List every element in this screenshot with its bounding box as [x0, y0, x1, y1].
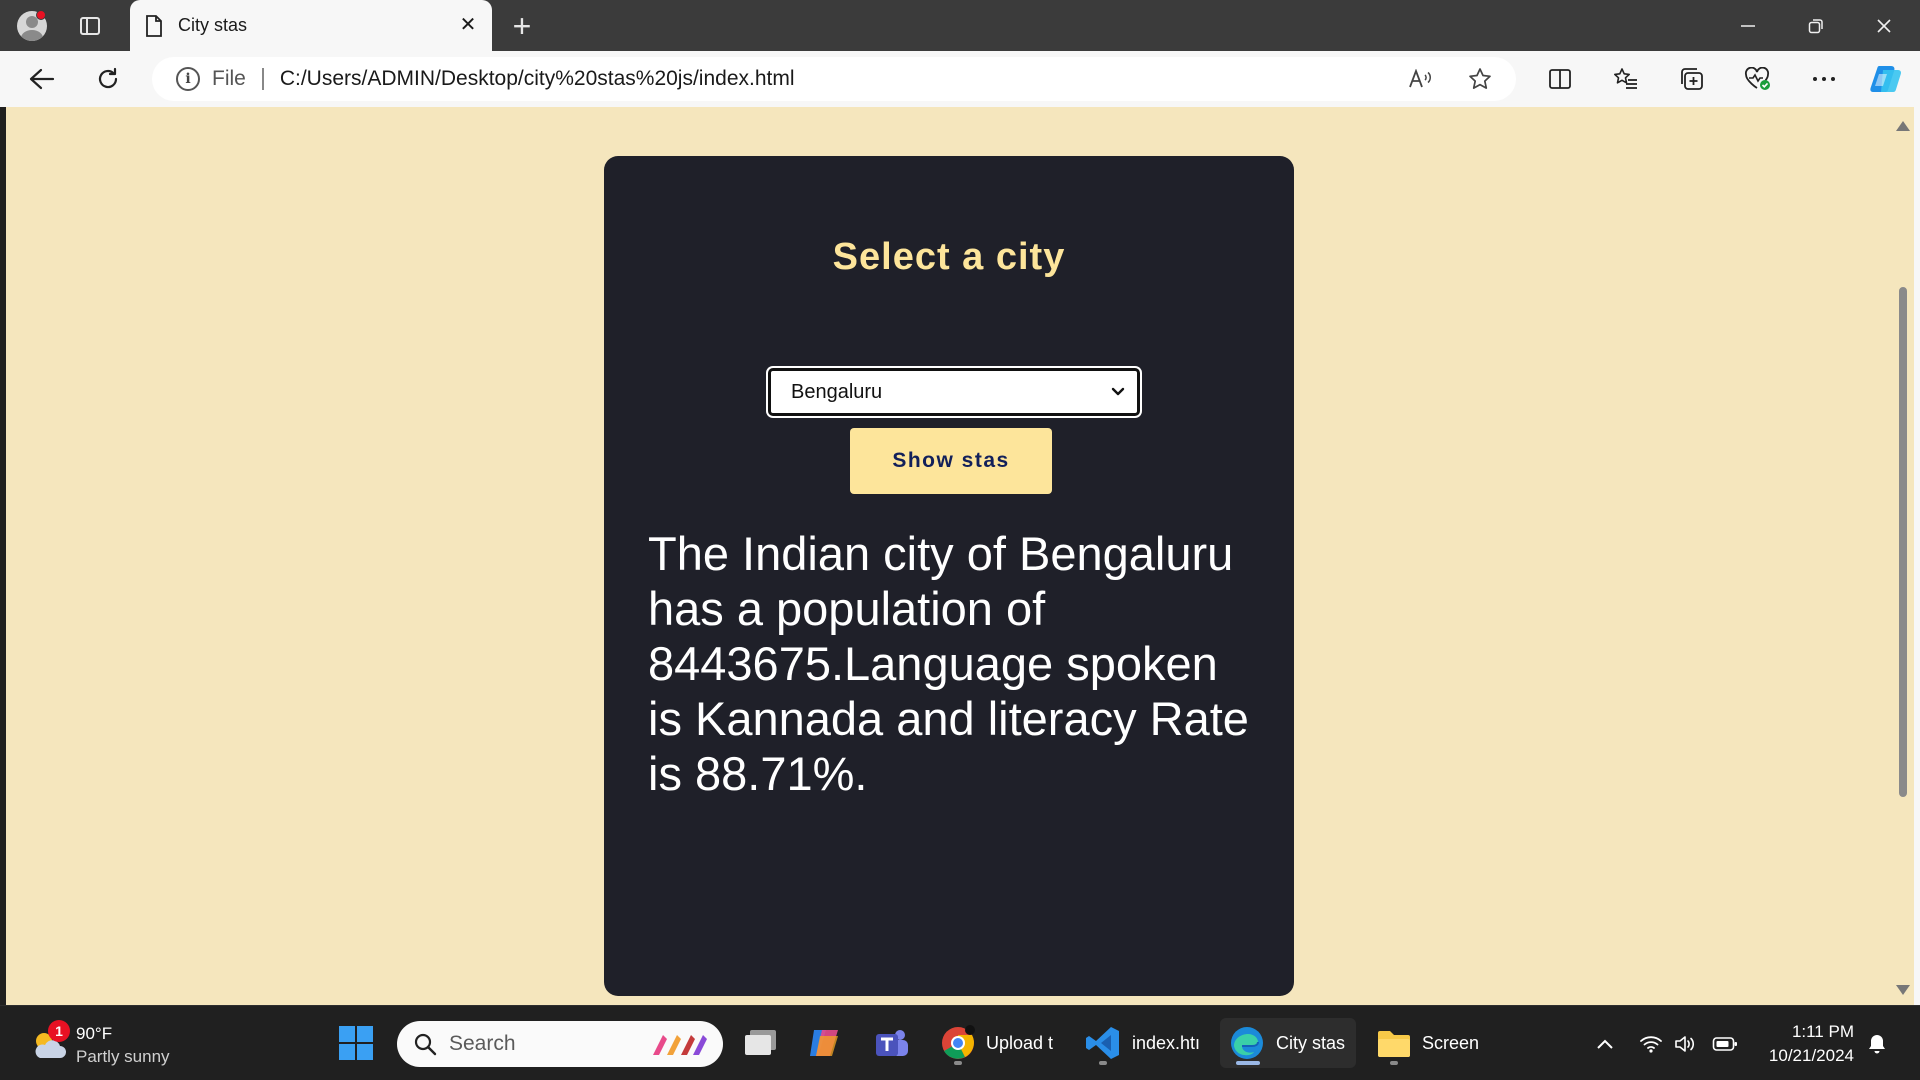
- notification-bell-icon[interactable]: [1864, 1032, 1890, 1056]
- vscode-icon: [1086, 1027, 1119, 1059]
- edge-icon: [1231, 1027, 1263, 1059]
- close-tab-icon[interactable]: ✕: [456, 13, 480, 37]
- site-info-icon[interactable]: i: [176, 67, 200, 91]
- folder-icon: [1378, 1031, 1410, 1057]
- file-explorer-button[interactable]: Screen: [1376, 1018, 1492, 1068]
- clock-date: 10/21/2024: [1768, 1046, 1854, 1065]
- clock-time: 1:11 PM: [1791, 1022, 1854, 1041]
- search-placeholder: Search: [449, 1032, 516, 1055]
- weather-desc: Partly sunny: [76, 1047, 170, 1066]
- window-edge: [1914, 107, 1920, 1005]
- page-viewport: Select a city Bengaluru Show stas The In…: [6, 107, 1892, 1005]
- refresh-button[interactable]: [88, 59, 128, 99]
- scrollbar-thumb[interactable]: [1899, 287, 1907, 797]
- app-active-indicator: [1236, 1061, 1260, 1065]
- city-card: Select a city Bengaluru Show stas The In…: [604, 156, 1294, 996]
- city-select-value: Bengaluru: [791, 380, 883, 403]
- show-stats-button[interactable]: Show stas: [850, 428, 1052, 494]
- address-scheme: File: [212, 67, 246, 90]
- volume-icon[interactable]: [1672, 1032, 1698, 1056]
- wifi-icon[interactable]: [1638, 1032, 1664, 1056]
- city-stats-result: The Indian city of Bengaluru has a popul…: [648, 527, 1249, 800]
- task-view-button[interactable]: [742, 1018, 780, 1068]
- profile-avatar-button[interactable]: [14, 8, 50, 44]
- vscode-button[interactable]: index.htı: [1084, 1018, 1202, 1068]
- taskbar-app-label: index.htı: [1132, 1032, 1201, 1053]
- tab-city-stas[interactable]: City stas ✕: [130, 0, 492, 51]
- chrome-upload-button[interactable]: Upload t: [940, 1018, 1056, 1068]
- taskbar-search-box[interactable]: Search: [397, 1021, 723, 1067]
- browser-essentials-icon[interactable]: [1738, 59, 1778, 99]
- notification-dot: [36, 10, 46, 20]
- app-running-indicator: [1390, 1061, 1398, 1065]
- browser-toolbar: i File C:/Users/ADMIN/Desktop/city%20sta…: [0, 51, 1920, 107]
- scroll-up-arrow-icon[interactable]: [1896, 121, 1910, 131]
- app-running-indicator: [1099, 1061, 1107, 1065]
- favorites-icon[interactable]: [1606, 59, 1646, 99]
- windows-taskbar: 1 90°F Partly sunny Search Upload t inde…: [0, 1005, 1920, 1080]
- close-window-button[interactable]: [1856, 6, 1912, 46]
- minimize-button[interactable]: [1720, 6, 1776, 46]
- address-bar[interactable]: i File C:/Users/ADMIN/Desktop/city%20sta…: [152, 57, 1516, 101]
- address-url[interactable]: C:/Users/ADMIN/Desktop/city%20stas%20js/…: [280, 67, 795, 91]
- windows-logo-icon: [339, 1026, 373, 1060]
- show-hidden-icons-chevron-icon[interactable]: [1592, 1032, 1618, 1056]
- search-icon: [414, 1033, 437, 1056]
- restore-button[interactable]: [1788, 6, 1844, 46]
- app-running-indicator: [954, 1061, 962, 1065]
- task-view-icon: [745, 1030, 776, 1055]
- weather-widget[interactable]: 1 90°F Partly sunny: [28, 1020, 218, 1068]
- split-screen-icon[interactable]: [1540, 59, 1580, 99]
- copilot-taskbar-button[interactable]: [806, 1018, 844, 1068]
- browser-tab-strip: City stas ✕ +: [0, 0, 1920, 51]
- new-tab-button[interactable]: +: [504, 8, 540, 44]
- battery-icon[interactable]: [1712, 1032, 1738, 1056]
- chevron-down-icon: [1111, 387, 1125, 396]
- favorite-star-icon[interactable]: [1464, 63, 1496, 95]
- search-highlight-icon: [653, 1035, 707, 1055]
- scroll-down-arrow-icon[interactable]: [1896, 985, 1910, 995]
- page-title: Select a city: [832, 236, 1066, 278]
- read-aloud-icon[interactable]: [1404, 63, 1436, 95]
- taskbar-app-label: Screen: [1422, 1032, 1480, 1053]
- page-scrollbar[interactable]: [1892, 107, 1914, 1005]
- copilot-icon[interactable]: [1866, 59, 1906, 99]
- taskbar-app-label: Upload t: [986, 1032, 1054, 1053]
- taskbar-app-label: City stas: [1276, 1032, 1346, 1053]
- chrome-icon: [942, 1025, 975, 1059]
- back-button[interactable]: [22, 59, 62, 99]
- tab-actions-icon[interactable]: [72, 8, 108, 44]
- tab-title: City stas: [178, 15, 248, 35]
- address-divider: [261, 68, 264, 90]
- weather-badge: 1: [48, 1020, 70, 1042]
- collections-icon[interactable]: [1672, 59, 1712, 99]
- page-icon: [146, 14, 162, 37]
- weather-temp: 90°F: [76, 1024, 113, 1043]
- city-select[interactable]: Bengaluru: [768, 368, 1140, 416]
- teams-icon: [876, 1030, 908, 1056]
- start-button[interactable]: [338, 1018, 374, 1068]
- system-clock[interactable]: 1:11 PM 10/21/2024: [1754, 1020, 1854, 1068]
- more-menu-icon[interactable]: [1804, 59, 1844, 99]
- copilot-app-icon: [810, 1030, 838, 1056]
- edge-city-stas-button[interactable]: City stas: [1220, 1018, 1356, 1068]
- teams-button[interactable]: [872, 1018, 910, 1068]
